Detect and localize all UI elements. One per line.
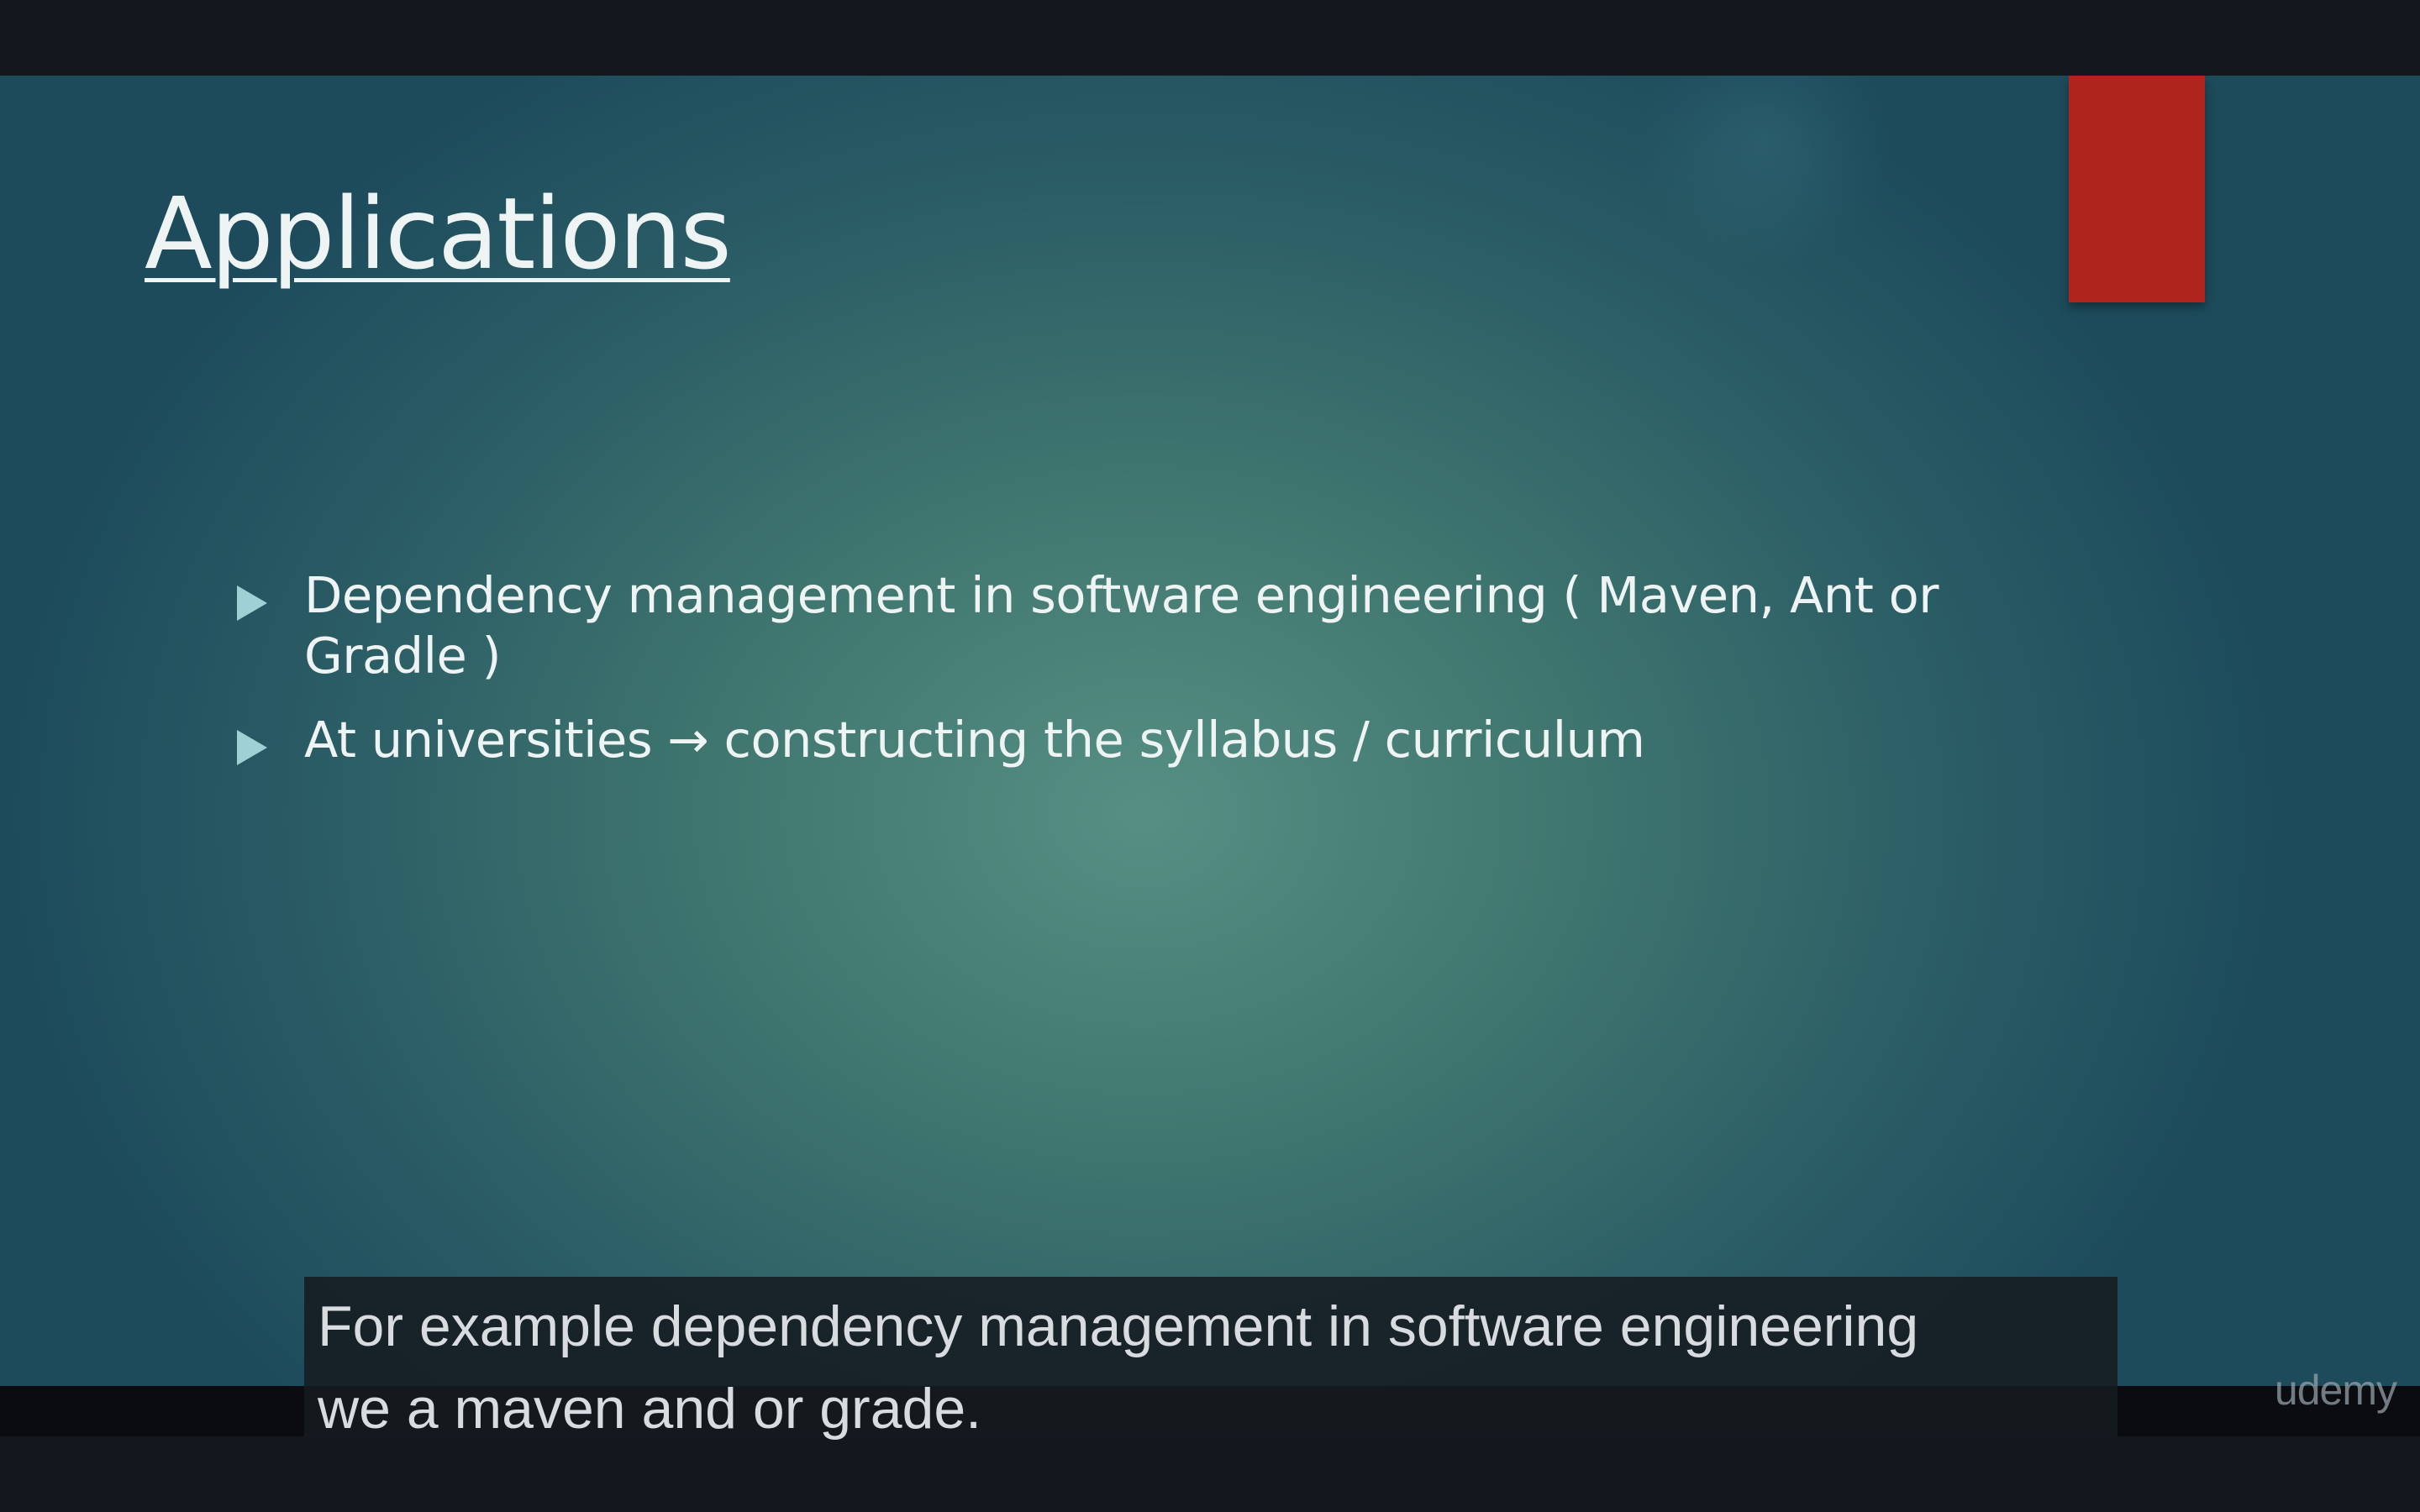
subtitle-caption: For example dependency management in sof… (304, 1277, 2118, 1441)
udemy-watermark: udemy (2274, 1367, 2397, 1414)
presentation-slide: Applications Dependency management in so… (0, 76, 2420, 1386)
caption-line: we a maven and or grade. (318, 1377, 982, 1441)
red-accent-bar (2069, 76, 2205, 302)
caption-line: For example dependency management in sof… (318, 1294, 1919, 1358)
bullet-text-line: At universities → constructing the sylla… (304, 711, 1645, 769)
triangle-bullet-icon (237, 730, 267, 765)
bullet-list: Dependency management in software engine… (235, 565, 2067, 794)
slide-title: Applications (145, 176, 732, 291)
triangle-bullet-icon (237, 585, 267, 621)
top-letterbox-bar (0, 0, 2420, 76)
bullet-item: At universities → constructing the sylla… (235, 710, 2067, 770)
bullet-item: Dependency management in software engine… (235, 565, 2067, 686)
bullet-text-line: Gradle ) (304, 627, 502, 685)
bullet-text-line: Dependency management in software engine… (304, 566, 1939, 624)
